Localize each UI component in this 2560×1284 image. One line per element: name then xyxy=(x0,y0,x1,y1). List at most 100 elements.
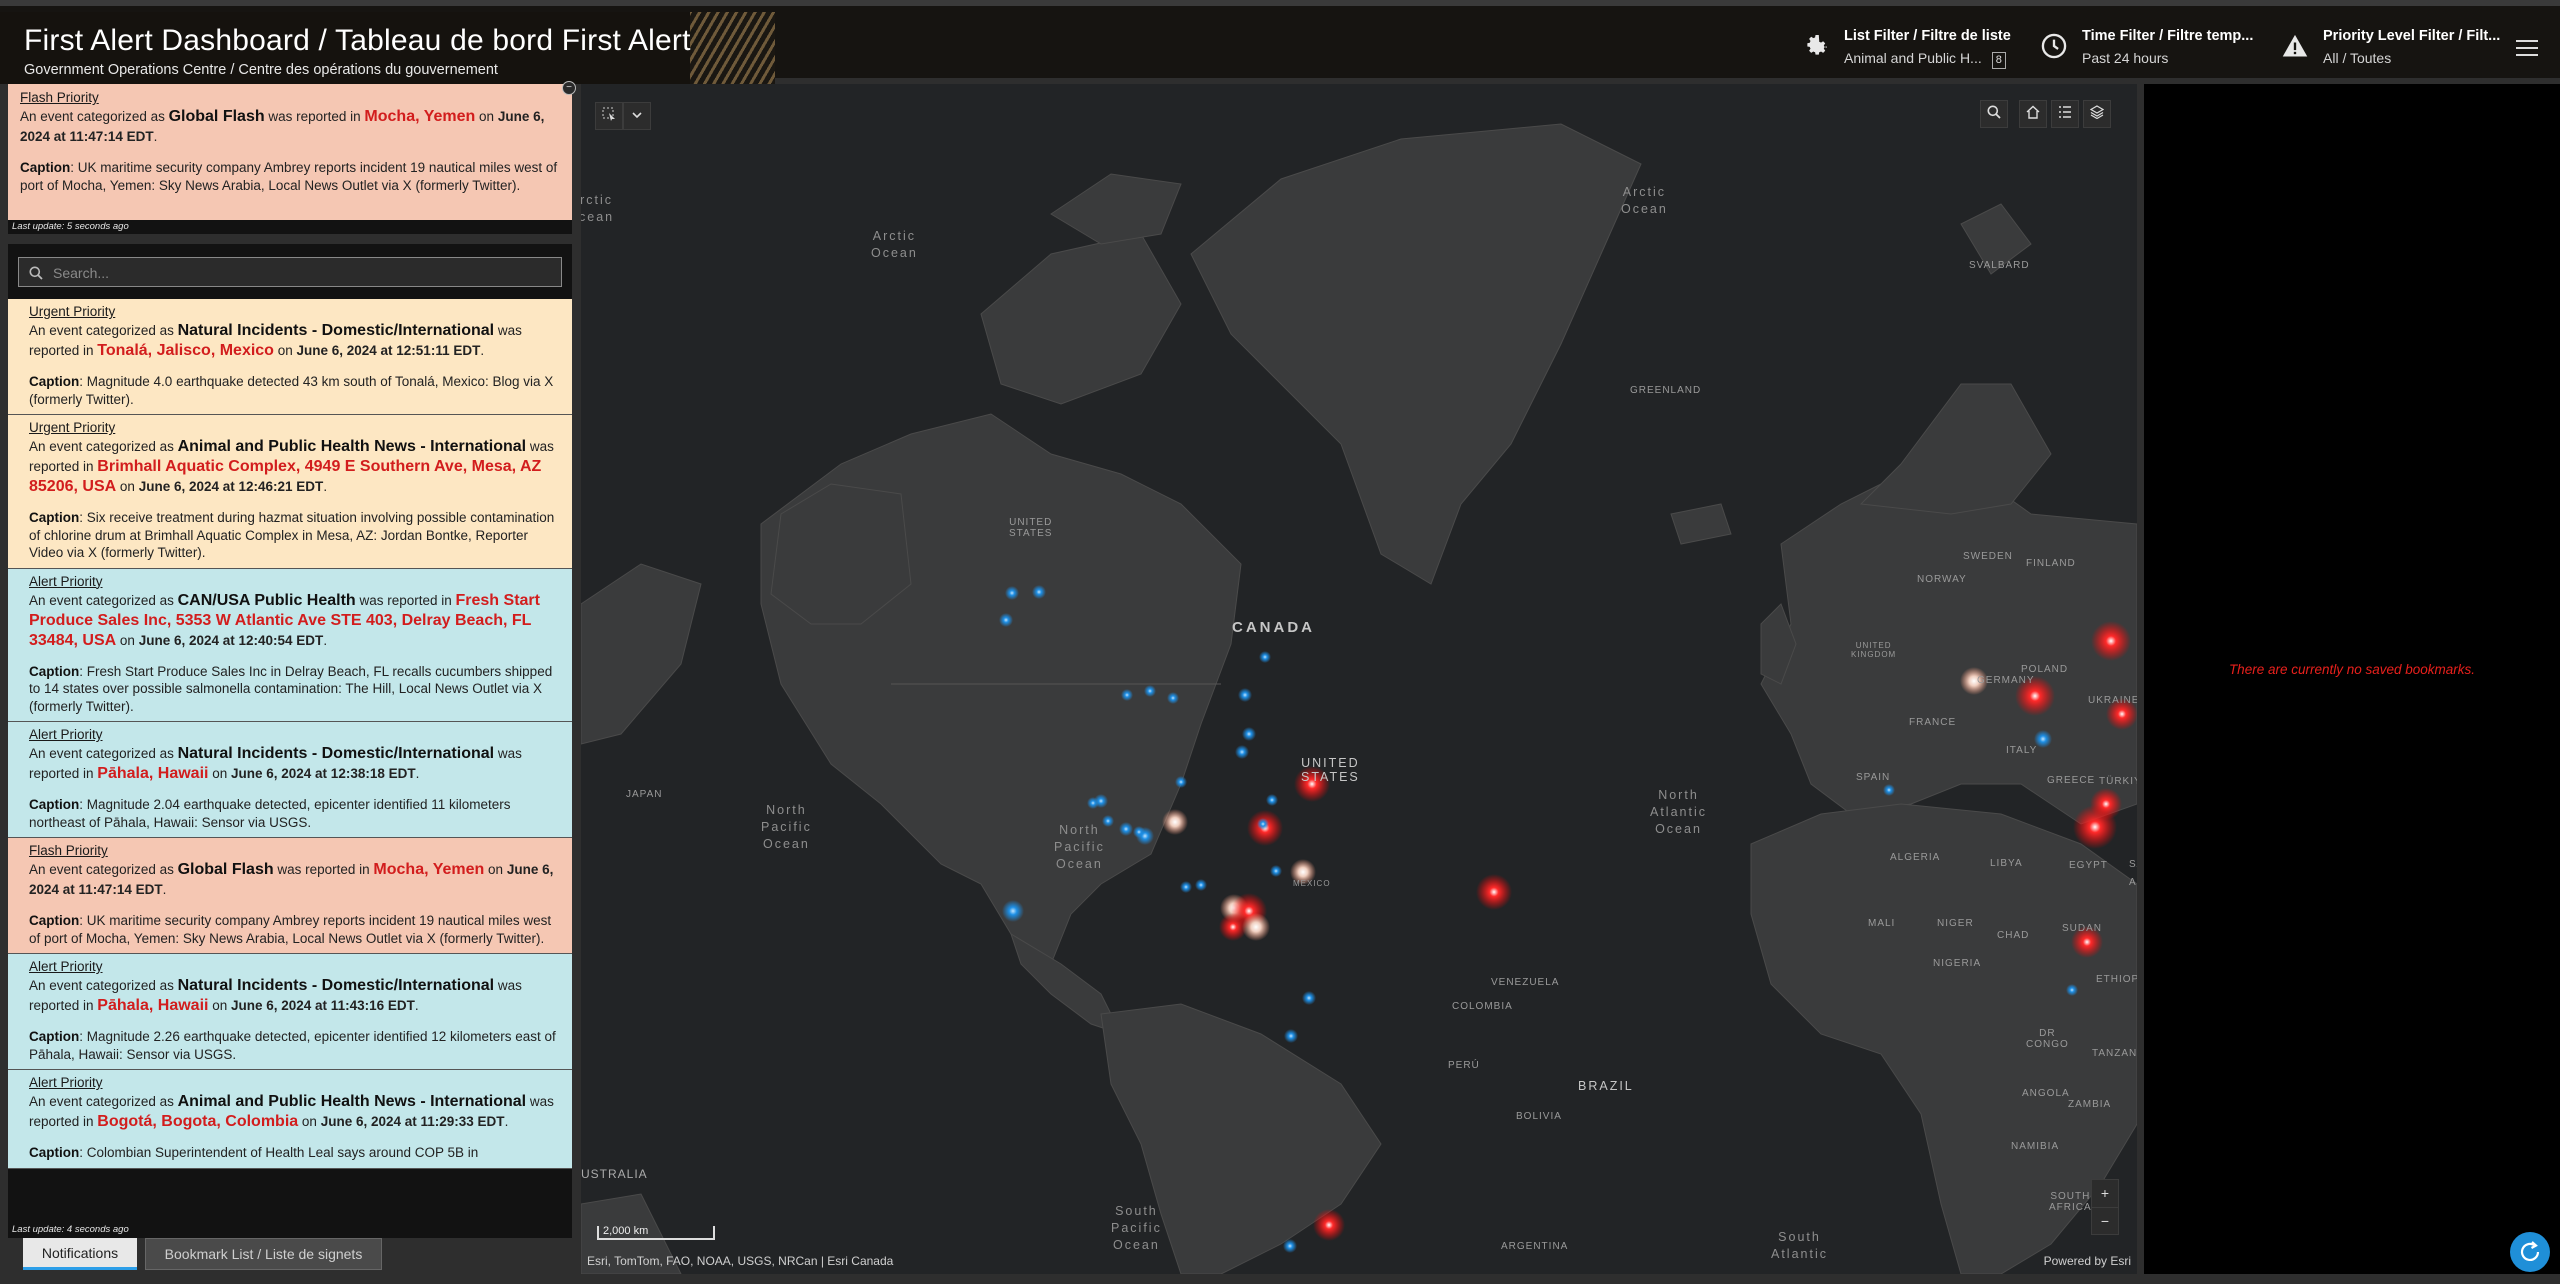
event-marker[interactable] xyxy=(1270,865,1282,877)
flash-card[interactable]: Flash Priority An event categorized as G… xyxy=(8,84,572,220)
refresh-icon xyxy=(2520,1241,2540,1261)
event-marker[interactable] xyxy=(1257,818,1269,830)
legend-button[interactable] xyxy=(2051,100,2079,128)
event-marker[interactable] xyxy=(1242,913,1270,941)
event-marker[interactable] xyxy=(1121,689,1133,701)
feed-last-update: Last update: 4 seconds ago xyxy=(12,1224,129,1235)
event-card[interactable]: Urgent Priority An event categorized as N… xyxy=(8,299,572,415)
event-marker[interactable] xyxy=(1259,651,1271,663)
event-marker[interactable] xyxy=(1087,797,1099,809)
event-marker[interactable] xyxy=(1002,900,1024,922)
event-marker[interactable] xyxy=(1167,692,1179,704)
event-marker[interactable] xyxy=(1235,745,1249,759)
event-card-list[interactable]: Urgent Priority An event categorized as N… xyxy=(8,299,572,1223)
event-marker[interactable] xyxy=(2073,805,2117,849)
list-filter-value: Animal and Public H... 8 xyxy=(1844,50,2006,69)
priority-label: Urgent Priority xyxy=(29,420,116,435)
label-algeria: ALGERIA xyxy=(1890,852,1941,863)
event-marker[interactable] xyxy=(1180,881,1192,893)
event-description: An event categorized as Global Flash was… xyxy=(29,861,554,897)
label-north-pacific-left: North Pacific Ocean xyxy=(761,803,812,851)
label-mexico: MEXICO xyxy=(1293,879,1331,888)
map-search-button[interactable] xyxy=(1980,100,2008,128)
label-bolivia: BOLIVIA xyxy=(1516,1111,1562,1122)
event-marker[interactable] xyxy=(1133,826,1145,838)
select-tool-dropdown[interactable] xyxy=(623,102,651,130)
event-marker[interactable] xyxy=(1266,794,1278,806)
event-location: Pāhala, Hawaii xyxy=(97,765,209,782)
event-marker[interactable] xyxy=(2091,621,2131,661)
event-category: Natural Incidents - Domestic/Internation… xyxy=(177,745,495,762)
label-arctic-ocean: Arctic Ocean xyxy=(1621,185,1668,216)
label-angola: ANGOLA xyxy=(2022,1088,2070,1099)
event-marker[interactable] xyxy=(1162,809,1188,835)
event-marker[interactable] xyxy=(1032,585,1046,599)
event-card[interactable]: Alert Priority An event categorized as CA… xyxy=(8,568,572,722)
label-turkiye: TÜRKIYE xyxy=(2099,776,2137,787)
search-input[interactable] xyxy=(53,262,553,284)
label-north-atlantic: North Atlantic Ocean xyxy=(1650,788,1707,836)
minimize-icon[interactable]: − xyxy=(562,81,576,95)
powered-by-esri[interactable]: Powered by Esri xyxy=(2044,1254,2131,1268)
event-marker[interactable] xyxy=(999,613,1013,627)
event-category: Natural Incidents - Domestic/Internation… xyxy=(177,322,495,339)
layers-button[interactable] xyxy=(2083,100,2111,128)
warning-icon xyxy=(2282,34,2308,57)
event-marker[interactable] xyxy=(1242,727,1256,741)
event-marker[interactable] xyxy=(1476,874,1512,910)
zoom-in-button[interactable]: + xyxy=(2091,1179,2119,1207)
label-peru: PERÚ xyxy=(1448,1060,1480,1071)
refresh-button[interactable] xyxy=(2510,1232,2550,1272)
label-south-africa: SOUTH AFRICA xyxy=(2049,1191,2092,1213)
event-card[interactable]: Alert Priority An event categorized as An… xyxy=(8,1070,572,1169)
priority-filter-label: Priority Level Filter / Filt... xyxy=(2323,28,2501,44)
time-filter-button[interactable]: Time Filter / Filtre temp... Past 24 hou… xyxy=(2040,22,2253,72)
label-sweden: SWEDEN xyxy=(1963,551,2013,562)
event-description: An event categorized as Natural Incident… xyxy=(29,322,522,359)
priority-filter-button[interactable]: Priority Level Filter / Filt... All / To… xyxy=(2281,22,2501,72)
tab-notifications[interactable]: Notifications xyxy=(23,1238,137,1270)
event-marker[interactable] xyxy=(1313,1209,1345,1241)
event-marker[interactable] xyxy=(1883,784,1895,796)
event-card[interactable]: Alert Priority An event categorized as Na… xyxy=(8,954,572,1070)
event-marker[interactable] xyxy=(1283,1239,1297,1253)
label-united-states-alaska: UNITED STATES xyxy=(1009,517,1053,539)
home-icon xyxy=(2026,105,2040,119)
event-time: June 6, 2024 at 11:43:16 EDT xyxy=(231,998,415,1013)
event-marker[interactable] xyxy=(1144,685,1156,697)
event-time: June 6, 2024 at 12:46:21 EDT xyxy=(138,479,324,494)
tab-bookmark-list[interactable]: Bookmark List / Liste de signets xyxy=(145,1238,382,1270)
app-header: First Alert Dashboard / Tableau de bord … xyxy=(0,0,2560,84)
notification-feed-panel: Urgent Priority An event categorized as N… xyxy=(8,244,572,1238)
gear-icon xyxy=(1807,35,1827,55)
map-attribution[interactable]: Esri, TomTom, FAO, NOAA, USGS, NRCan | E… xyxy=(587,1254,893,1268)
map-view[interactable]: Arctic Ocean rctic cean Arctic Ocean CANADA… xyxy=(581,84,2137,1274)
zoom-out-button[interactable]: − xyxy=(2091,1207,2119,1235)
label-france: FRANCE xyxy=(1909,717,1957,728)
event-card[interactable]: Urgent Priority An event categorized as A… xyxy=(8,415,572,569)
event-card[interactable]: Flash Priority An event categorized as Gl… xyxy=(8,838,572,954)
menu-icon[interactable] xyxy=(2516,40,2538,58)
list-filter-button[interactable]: List Filter / Filtre de liste Animal and… xyxy=(1802,22,2012,72)
priority-label: Alert Priority xyxy=(29,573,103,589)
priority-label: Alert Priority xyxy=(29,727,103,742)
brand-banner: First Alert Dashboard / Tableau de bord … xyxy=(0,12,775,84)
event-marker[interactable] xyxy=(1284,1029,1298,1043)
home-button[interactable] xyxy=(2019,100,2047,128)
label-canada: CANADA xyxy=(1232,619,1315,636)
label-ukraine: UKRAINE xyxy=(2088,695,2137,706)
label-germany: GERMANY xyxy=(1977,675,2035,686)
priority-label: Alert Priority xyxy=(29,1075,103,1090)
event-marker[interactable] xyxy=(2066,984,2078,996)
event-card[interactable]: Alert Priority An event categorized as Na… xyxy=(8,722,572,838)
event-marker[interactable] xyxy=(1238,688,1252,702)
label-italy: ITALY xyxy=(2006,745,2038,756)
event-marker[interactable] xyxy=(1175,776,1187,788)
event-marker[interactable] xyxy=(1005,586,1019,600)
select-tool-button[interactable] xyxy=(595,102,623,130)
event-marker[interactable] xyxy=(1119,822,1133,836)
label-argentina: ARGENTINA xyxy=(1501,1241,1569,1252)
event-marker[interactable] xyxy=(1195,879,1207,891)
event-marker[interactable] xyxy=(1302,991,1316,1005)
search-icon xyxy=(1987,105,2001,119)
